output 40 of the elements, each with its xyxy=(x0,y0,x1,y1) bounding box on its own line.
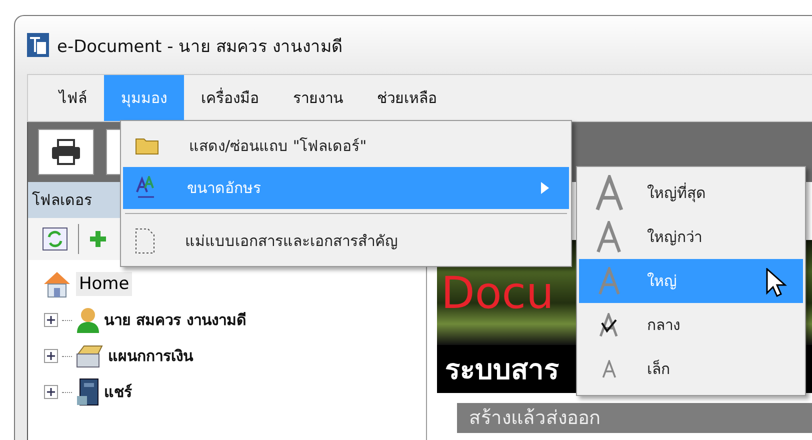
font-size-icon xyxy=(135,176,157,200)
menu-entry[interactable]: เล็ก xyxy=(579,347,803,391)
submenu-arrow-icon xyxy=(541,182,549,194)
letter-a-icon xyxy=(594,175,624,211)
logo-text: Docu xyxy=(441,272,554,316)
print-button[interactable] xyxy=(38,129,94,175)
expand-button[interactable] xyxy=(44,313,58,327)
tree-item[interactable]: แชร์ xyxy=(104,380,132,404)
file-cabinet-icon xyxy=(76,344,104,368)
house-icon xyxy=(42,270,72,298)
menu-entry[interactable]: ใหญ่กว่า xyxy=(579,215,803,259)
menu-entry[interactable]: ใหญ่ที่สุด xyxy=(579,171,803,215)
letter-a-icon xyxy=(602,360,616,378)
letter-a-icon xyxy=(598,267,620,295)
tree-item[interactable]: นาย สมควร งานงามดี xyxy=(104,308,246,332)
document-icon xyxy=(135,228,155,254)
cursor-icon xyxy=(766,268,788,298)
cabinet-icon xyxy=(76,378,100,406)
person-icon xyxy=(76,307,100,333)
menu-item[interactable]: รายงาน xyxy=(276,75,360,121)
section-title: สร้างแล้วส่งออก xyxy=(469,406,601,430)
app-icon xyxy=(27,33,49,57)
window-title: e-Document - นาย สมควร งานงามดี xyxy=(57,36,342,58)
menu-item[interactable]: ช่วยเหลือ xyxy=(360,75,454,121)
menu-item[interactable]: เครื่องมือ xyxy=(184,75,276,121)
add-icon[interactable] xyxy=(89,230,107,248)
refresh-icon[interactable] xyxy=(42,227,68,251)
letter-a-icon xyxy=(596,221,622,253)
menu-entry[interactable]: แม่แบบเอกสารและเอกสารสำคัญ xyxy=(123,220,569,262)
tree-item[interactable]: แผนกการเงิน xyxy=(108,344,193,368)
printer-icon xyxy=(51,139,81,165)
expand-button[interactable] xyxy=(44,349,58,363)
menu-item[interactable]: ไฟล์ xyxy=(42,75,104,121)
folder-icon xyxy=(135,137,159,155)
tree-item[interactable]: Home xyxy=(76,272,132,296)
letter-a-icon xyxy=(599,313,619,337)
panel-title: โฟลเดอร xyxy=(32,190,92,211)
caption-text: ระบบสาร xyxy=(445,352,559,388)
expand-button[interactable] xyxy=(44,385,58,399)
menu-entry[interactable]: กลาง xyxy=(579,303,803,347)
